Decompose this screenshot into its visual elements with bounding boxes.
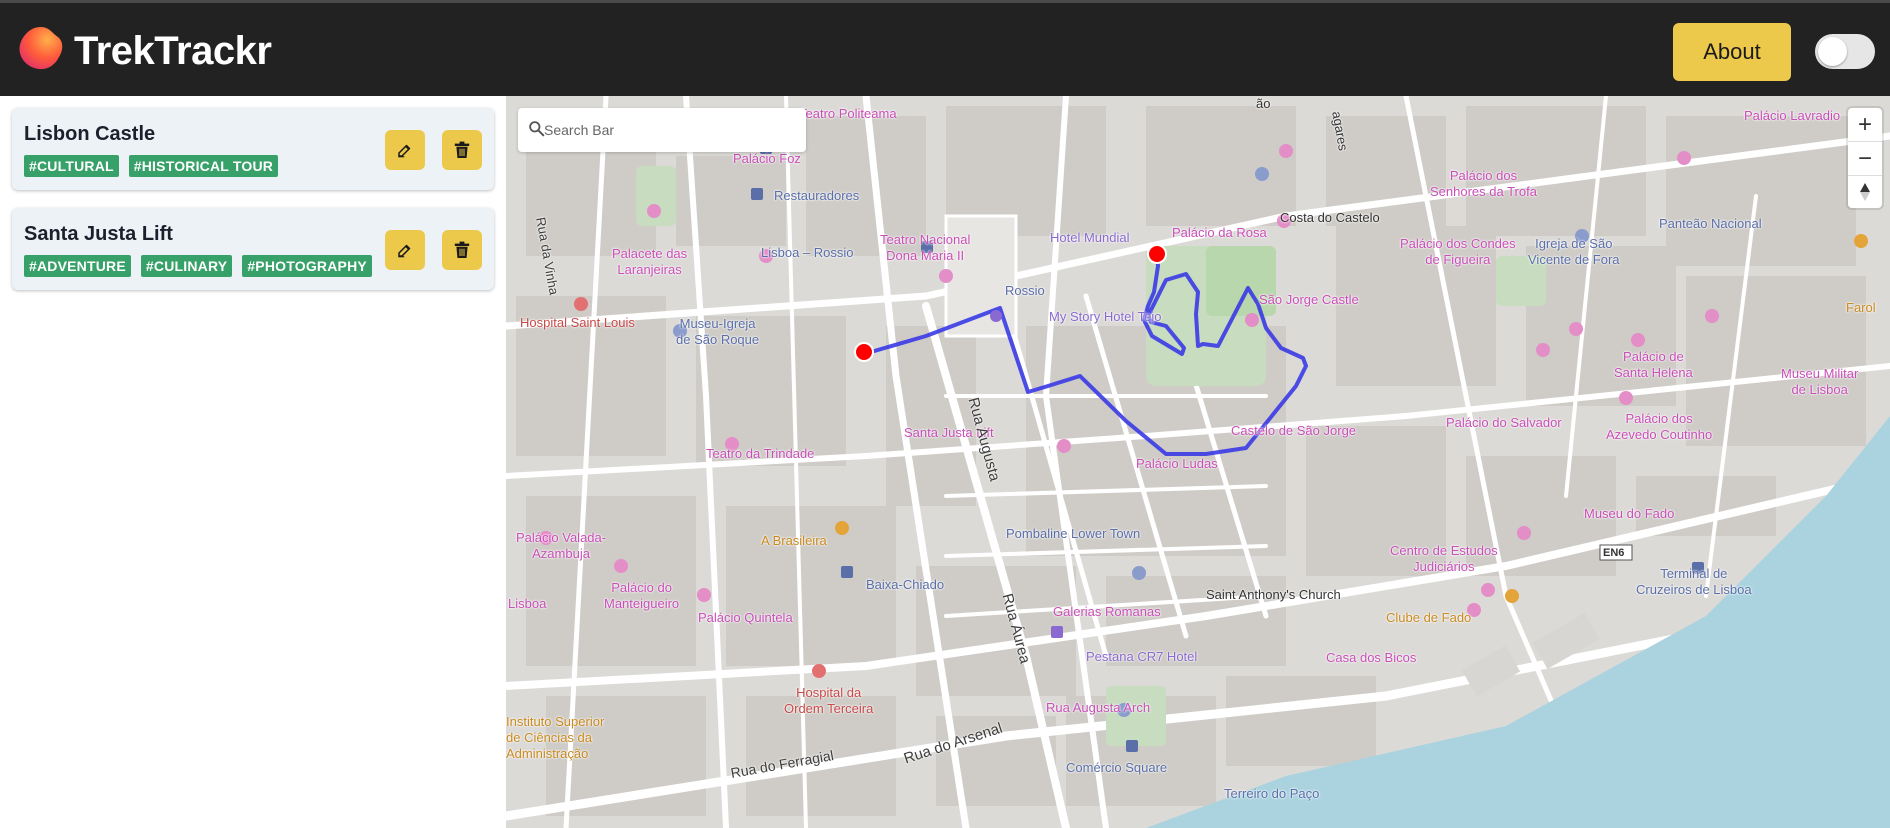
tag-list: #ADVENTURE #CULINARY #PHOTOGRAPHY <box>24 255 372 277</box>
route-end-marker[interactable] <box>1147 244 1167 264</box>
map-label: Centro de Estudos Judiciários <box>1390 543 1498 574</box>
map-label: Comércio Square <box>1066 760 1168 775</box>
map-label: Instituto Superior de Ciências da Admini… <box>506 714 605 761</box>
map-label: Palácio dos Senhores da Trofa <box>1430 168 1537 199</box>
map-label: Baixa-Chiado <box>866 577 945 592</box>
map-label: A Brasileira <box>761 533 827 548</box>
map-label: Palácio do Manteigueiro <box>604 580 680 611</box>
map-label: Casa dos Bicos <box>1326 650 1417 665</box>
compass-button[interactable] <box>1848 175 1882 208</box>
map-label: Palácio do Salvador <box>1446 415 1562 430</box>
app-title: TrekTrackr <box>74 29 272 73</box>
map-label: Museu do Fado <box>1584 506 1675 521</box>
tag-list: #CULTURAL #HISTORICAL TOUR <box>24 155 279 177</box>
map-label: Farol <box>1846 300 1876 315</box>
zoom-out-button[interactable]: − <box>1848 142 1882 175</box>
map-label: Igreja de São Vicente de Fora <box>1528 236 1620 267</box>
map-label: Costa do Castelo <box>1280 210 1380 225</box>
map-label: Teatro Politeama <box>799 106 897 121</box>
search-icon <box>529 121 545 137</box>
map-label: Palácio da Rosa <box>1172 225 1267 240</box>
trash-icon <box>454 141 470 158</box>
map-label: Restauradores <box>774 188 860 203</box>
search-bar[interactable] <box>518 108 806 152</box>
about-button[interactable]: About <box>1673 23 1791 81</box>
map-label: My Story Hotel Tejo <box>1049 309 1162 324</box>
logo-icon <box>19 27 63 70</box>
tag-badge: #ADVENTURE <box>24 255 131 277</box>
tag-badge: #HISTORICAL TOUR <box>128 155 279 177</box>
trip-title: Lisbon Castle <box>24 123 156 145</box>
map-label: Galerias Romanas <box>1053 604 1161 619</box>
map-label: Castelo de São Jorge <box>1231 423 1357 438</box>
map-view[interactable]: Teatro Politeama Palácio Foz Restaurador… <box>506 96 1890 828</box>
trash-icon <box>454 241 470 258</box>
map-label: Teatro Nacional Dona Maria II <box>880 232 971 263</box>
trip-card[interactable]: Santa Justa Lift #ADVENTURE #CULINARY #P… <box>12 208 494 290</box>
compass-icon <box>1860 182 1870 201</box>
map-label: Palácio Quintela <box>698 610 793 625</box>
map-label: Palácio dos Condes de Figueira <box>1400 236 1516 267</box>
map-label: Pombaline Lower Town <box>1006 526 1141 541</box>
map-label: Terreiro do Paço <box>1224 786 1320 801</box>
edit-icon <box>398 244 411 258</box>
map-label: Palácio Ludas <box>1136 456 1218 471</box>
trip-title: Santa Justa Lift <box>24 223 173 245</box>
edit-button[interactable] <box>385 230 425 270</box>
delete-button[interactable] <box>442 230 482 270</box>
zoom-controls: + − <box>1848 108 1882 208</box>
map-label: Rua Augusta Arch <box>1046 700 1151 715</box>
search-input[interactable] <box>544 118 794 142</box>
toggle-knob <box>1818 37 1847 66</box>
delete-button[interactable] <box>442 130 482 170</box>
map-label: Terminal de Cruzeiros de Lisboa <box>1636 566 1752 597</box>
tag-badge: #PHOTOGRAPHY <box>242 255 372 277</box>
map-label: Pestana CR7 Hotel <box>1086 649 1198 664</box>
map-label: Lisboa – Rossio <box>761 245 854 260</box>
map-label: Panteão Nacional <box>1659 216 1762 231</box>
trip-list: Lisbon Castle #CULTURAL #HISTORICAL TOUR… <box>0 96 506 828</box>
map-label: Hospital da Ordem Terceira <box>784 685 874 716</box>
map-label: São Jorge Castle <box>1259 292 1359 307</box>
map-label: Lisboa <box>508 596 547 611</box>
map-label: Palácio Foz <box>733 151 801 166</box>
top-navbar: TrekTrackr About <box>0 0 1890 96</box>
zoom-in-button[interactable]: + <box>1848 108 1882 141</box>
map-label: Palácio dos Azevedo Coutinho <box>1606 411 1713 442</box>
theme-toggle[interactable] <box>1815 34 1875 69</box>
route-start-marker[interactable] <box>854 342 874 362</box>
map-label: ão <box>1256 96 1271 111</box>
map-label: Clube de Fado <box>1386 610 1472 625</box>
map-label: Palácio Lavradio <box>1744 108 1841 123</box>
map-label: Teatro da Trindade <box>706 446 815 461</box>
map-label: Palácio de Santa Helena <box>1614 349 1693 380</box>
map-label: Hospital Saint Louis <box>520 315 635 330</box>
map-label: Palácio Valada- Azambuja <box>516 530 607 561</box>
edit-icon <box>398 144 411 158</box>
tag-badge: #CULINARY <box>140 255 233 277</box>
map-label: Palacete das Laranjeiras <box>612 246 688 277</box>
road-shield: EN6 <box>1603 547 1625 559</box>
map-label: Museu-Igreja de São Roque <box>676 316 760 347</box>
map-label: Hotel Mundial <box>1050 230 1130 245</box>
tag-badge: #CULTURAL <box>24 155 119 177</box>
map-label: Saint Anthony's Church <box>1206 587 1341 602</box>
edit-button[interactable] <box>385 130 425 170</box>
trip-card[interactable]: Lisbon Castle #CULTURAL #HISTORICAL TOUR <box>12 108 494 190</box>
map-label: Museu Militar de Lisboa <box>1781 366 1859 397</box>
map-label: Rossio <box>1005 283 1045 298</box>
